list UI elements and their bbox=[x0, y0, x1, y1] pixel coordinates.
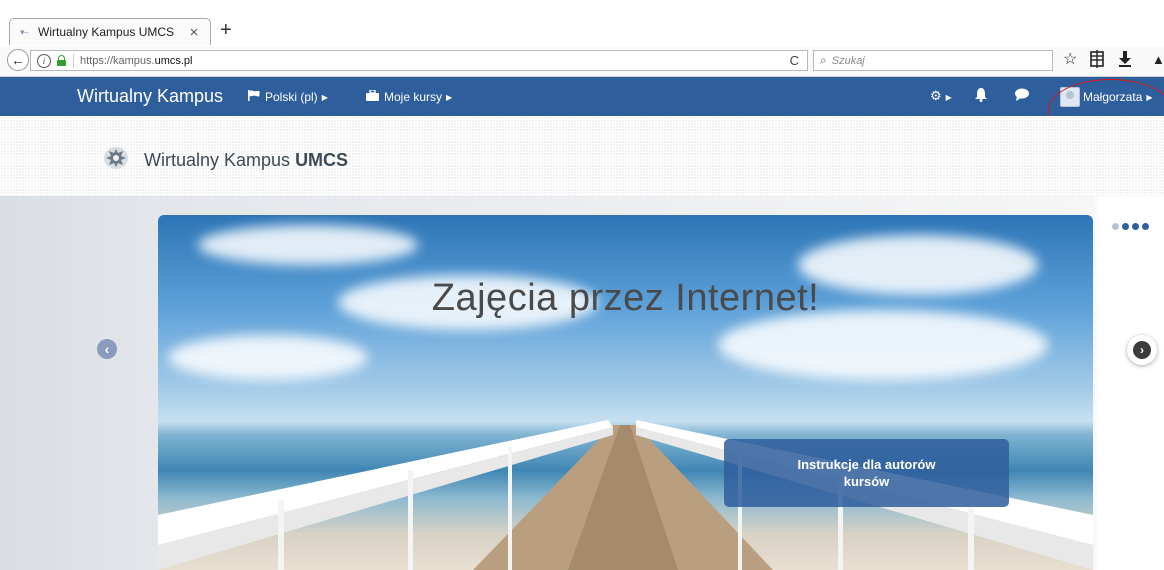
reload-icon[interactable]: C bbox=[790, 53, 799, 68]
flag-icon bbox=[248, 90, 260, 104]
carousel-prev-icon[interactable]: ‹ bbox=[97, 339, 117, 359]
browser-tab[interactable]: ▾– Wirtualny Kampus UMCS × bbox=[9, 18, 211, 45]
reading-list-icon[interactable] bbox=[1090, 50, 1104, 73]
lock-icon[interactable] bbox=[57, 55, 66, 66]
gear-icon: ⚙ bbox=[930, 88, 942, 103]
notifications-bell-icon[interactable] bbox=[975, 88, 987, 105]
carousel-dot[interactable] bbox=[1142, 223, 1149, 230]
my-courses-menu[interactable]: Moje kursy ▶ bbox=[366, 89, 453, 104]
carousel-dot[interactable] bbox=[1112, 223, 1119, 230]
caret-right-icon: ▶ bbox=[945, 93, 952, 102]
carousel-indicators bbox=[1112, 223, 1152, 230]
close-tab-icon[interactable]: × bbox=[184, 24, 204, 41]
cta-label: Instrukcje dla autorów kursów bbox=[797, 457, 936, 489]
search-placeholder: Szukaj bbox=[831, 54, 865, 67]
brand-link[interactable]: Wirtualny Kampus bbox=[77, 86, 223, 107]
umcs-emblem-icon bbox=[103, 146, 129, 170]
carousel-next-button[interactable]: › bbox=[1127, 335, 1157, 365]
slide-title: Zajęcia przez Internet! bbox=[431, 277, 820, 319]
carousel-slide: Zajęcia przez Internet! Instrukcje dla a… bbox=[158, 215, 1093, 570]
info-icon[interactable]: i bbox=[37, 53, 51, 68]
carousel-dot[interactable] bbox=[1122, 223, 1129, 230]
search-input[interactable]: ⌕ Szukaj bbox=[813, 50, 1053, 71]
site-logo-text[interactable]: Wirtualny Kampus UMCS bbox=[144, 150, 348, 171]
address-bar[interactable]: i https://kampus.umcs.pl C bbox=[30, 50, 808, 71]
home-icon[interactable]: ▲ bbox=[1152, 51, 1164, 69]
page-header: Wirtualny Kampus UMCS bbox=[0, 116, 1164, 196]
search-icon: ⌕ bbox=[820, 53, 827, 67]
caret-right-icon: ▶ bbox=[446, 92, 453, 102]
my-courses-label: Moje kursy bbox=[384, 90, 443, 104]
chevron-right-icon: › bbox=[1133, 341, 1151, 359]
back-button[interactable]: ← bbox=[7, 49, 29, 71]
new-tab-button[interactable]: + bbox=[220, 19, 232, 41]
browser-navbar: ← i https://kampus.umcs.pl C ⌕ Szukaj ☆ … bbox=[0, 46, 1164, 77]
settings-menu[interactable]: ⚙ ▶ bbox=[930, 88, 952, 104]
messages-chat-icon[interactable] bbox=[1015, 88, 1029, 104]
caret-right-icon: ▶ bbox=[321, 92, 328, 102]
url-separator bbox=[73, 53, 74, 68]
download-icon[interactable] bbox=[1118, 51, 1132, 72]
star-icon[interactable]: ☆ bbox=[1063, 51, 1077, 69]
browser-tabstrip: ▾– Wirtualny Kampus UMCS × + bbox=[0, 0, 1164, 46]
url-text[interactable]: https://kampus.umcs.pl bbox=[80, 55, 193, 67]
site-favicon-icon: ▾– bbox=[20, 26, 29, 37]
briefcase-icon bbox=[366, 89, 379, 104]
carousel-dot[interactable] bbox=[1132, 223, 1139, 230]
language-label: Polski (pl) bbox=[265, 90, 318, 104]
site-navbar: Wirtualny Kampus Polski (pl) ▶ Moje kurs… bbox=[0, 77, 1164, 116]
instructions-for-authors-button[interactable]: Instrukcje dla autorów kursów bbox=[724, 439, 1009, 507]
language-menu[interactable]: Polski (pl) ▶ bbox=[248, 90, 328, 104]
tab-title: Wirtualny Kampus UMCS bbox=[38, 25, 175, 39]
pier-image bbox=[158, 420, 1093, 570]
